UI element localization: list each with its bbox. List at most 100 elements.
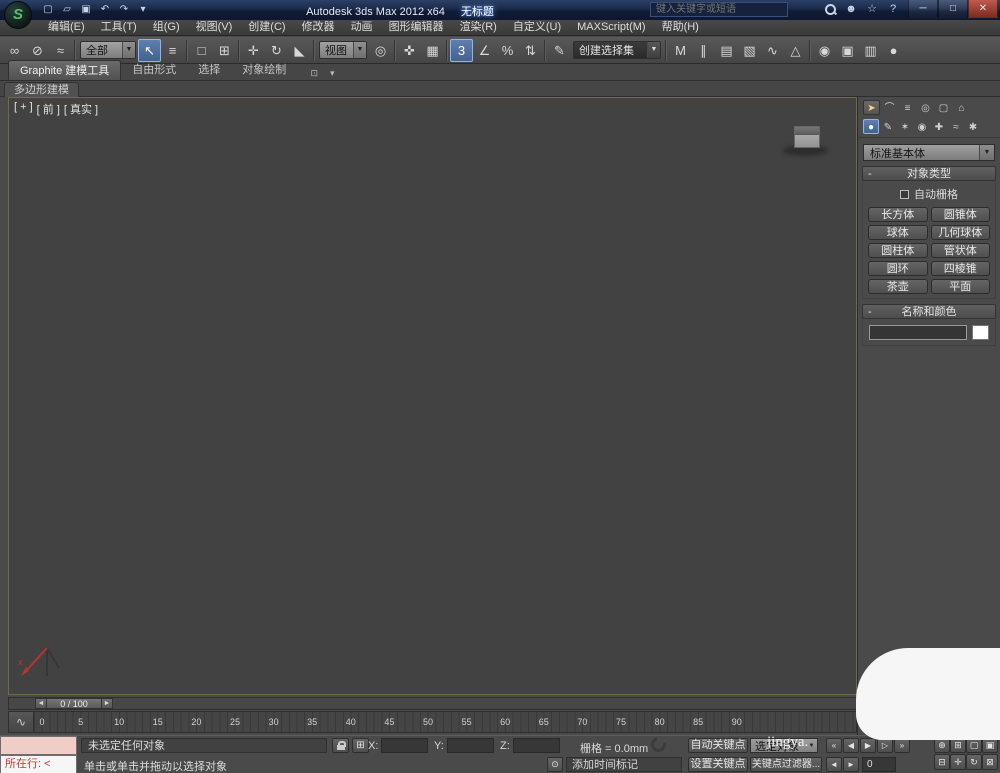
time-slider-knob[interactable]: ◄ 0 / 100 ► — [35, 698, 113, 709]
tab-create[interactable]: ➤ — [863, 100, 880, 115]
select-by-name-button[interactable]: ≡ — [161, 39, 184, 62]
window-crossing-toggle[interactable]: ⊞ — [213, 39, 236, 62]
select-and-manipulate-button[interactable]: ✜ — [398, 39, 421, 62]
save-file-icon[interactable]: ▣ — [78, 2, 94, 17]
object-button-teapot[interactable]: 茶壶 — [868, 279, 928, 294]
mini-curve-editor-button[interactable]: ∿ — [9, 712, 34, 732]
time-slider-track[interactable]: ◄ 0 / 100 ► — [8, 697, 857, 710]
curve-editor-button[interactable]: ∿ — [761, 39, 784, 62]
category-helpers-icon[interactable]: ✚ — [931, 119, 947, 134]
category-systems-icon[interactable]: ✱ — [965, 119, 981, 134]
angle-snap-toggle[interactable]: ∠ — [473, 39, 496, 62]
previous-frame-button[interactable]: ◀ — [843, 738, 859, 753]
menu-create[interactable]: 创建(C) — [240, 20, 293, 35]
rectangular-selection-region-button[interactable]: □ — [190, 39, 213, 62]
minimize-button[interactable]: ─ — [908, 0, 938, 18]
track-bar-ruler[interactable]: 0 5 10 15 20 25 30 35 40 45 50 55 60 65 70 75 80 85 90 — [34, 712, 856, 732]
name-color-rollout-header[interactable]: - 名称和颜色 — [862, 304, 996, 319]
menu-help[interactable]: 帮助(H) — [654, 20, 707, 35]
category-geometry-icon[interactable]: ● — [863, 119, 879, 134]
select-object-button[interactable]: ↖ — [138, 38, 161, 62]
time-slider-next-icon[interactable]: ► — [101, 698, 113, 709]
layer-manager-button[interactable]: ▤ — [715, 39, 738, 62]
redo-icon[interactable]: ↷ — [116, 2, 132, 17]
pan-button[interactable]: ✛ — [950, 754, 966, 770]
go-to-end-button[interactable]: » — [894, 738, 910, 753]
help-icon[interactable]: ? — [886, 2, 900, 17]
selection-lock-toggle[interactable] — [332, 738, 349, 753]
selection-filter-dropdown[interactable]: 全部 ▼ — [80, 41, 136, 59]
object-button-torus[interactable]: 圆环 — [868, 261, 928, 276]
snaps-toggle-3d[interactable]: 3 — [450, 38, 473, 62]
percent-snap-toggle[interactable]: % — [496, 39, 519, 62]
maximize-viewport-button[interactable]: ⊠ — [982, 754, 998, 770]
category-cameras-icon[interactable]: ◉ — [914, 119, 930, 134]
time-slider-prev-icon[interactable]: ◄ — [35, 698, 47, 709]
autogrid-checkbox[interactable] — [900, 190, 909, 199]
unlink-selection-button[interactable]: ⊘ — [26, 39, 49, 62]
favorites-icon[interactable]: ☆ — [865, 2, 879, 17]
object-button-plane[interactable]: 平面 — [930, 279, 990, 294]
zoom-region-button[interactable]: ⊟ — [934, 754, 950, 770]
ribbon-config-icon[interactable]: ⊡ — [307, 66, 321, 80]
ribbon-panel-polygon-modeling[interactable]: 多边形建模 — [4, 82, 79, 97]
qat-dropdown-icon[interactable]: ▾ — [135, 2, 151, 17]
menu-edit[interactable]: 编辑(E) — [40, 20, 93, 35]
viewcube[interactable] — [794, 126, 820, 148]
tab-motion[interactable]: ◎ — [917, 100, 934, 115]
primitive-category-dropdown[interactable]: 标准基本体 ▼ — [863, 144, 995, 161]
select-and-rotate-button[interactable]: ↻ — [265, 39, 288, 62]
tab-modify[interactable]: ⌒ — [881, 100, 898, 115]
menu-group[interactable]: 组(G) — [145, 20, 188, 35]
object-type-rollout-header[interactable]: - 对象类型 — [862, 166, 996, 181]
render-production-button[interactable]: ● — [882, 39, 905, 62]
play-button[interactable]: ▶ — [860, 738, 876, 753]
object-color-swatch[interactable] — [972, 325, 989, 340]
keyboard-shortcut-override-toggle[interactable]: ▦ — [421, 39, 444, 62]
tab-display[interactable]: ▢ — [935, 100, 952, 115]
search-icon[interactable] — [824, 3, 837, 16]
ribbon-tab-graphite[interactable]: Graphite 建模工具 — [8, 60, 122, 80]
object-button-pyramid[interactable]: 四棱锥 — [930, 261, 990, 276]
undo-icon[interactable]: ↶ — [97, 2, 113, 17]
material-editor-button[interactable]: ◉ — [813, 39, 836, 62]
maximize-button[interactable]: □ — [938, 0, 968, 18]
render-setup-button[interactable]: ▣ — [836, 39, 859, 62]
reference-coordinate-dropdown[interactable]: 视图 ▼ — [319, 41, 367, 59]
category-shapes-icon[interactable]: ✎ — [880, 119, 896, 134]
orbit-button[interactable]: ↻ — [966, 754, 982, 770]
close-button[interactable]: ✕ — [968, 0, 998, 18]
new-scene-icon[interactable]: ▢ — [40, 2, 56, 17]
x-coordinate-input[interactable] — [381, 738, 428, 753]
auto-key-button[interactable]: 自动关键点 — [688, 738, 748, 753]
object-name-input[interactable] — [869, 325, 967, 340]
tab-hierarchy[interactable]: ≡ — [899, 100, 916, 115]
previous-key-button[interactable]: ◄ — [826, 757, 842, 772]
application-menu-button[interactable]: S — [4, 1, 32, 29]
object-button-cylinder[interactable]: 圆柱体 — [868, 243, 928, 258]
menu-rendering[interactable]: 渲染(R) — [452, 20, 505, 35]
ribbon-tab-selection[interactable]: 选择 — [187, 60, 231, 80]
ribbon-tab-object-paint[interactable]: 对象绘制 — [231, 60, 297, 80]
rendered-frame-window-button[interactable]: ▥ — [859, 39, 882, 62]
current-frame-field[interactable]: 0 — [862, 757, 896, 772]
viewport-menu-shading[interactable]: [ 真实 ] — [64, 101, 98, 117]
z-coordinate-input[interactable] — [513, 738, 560, 753]
object-button-geosphere[interactable]: 几何球体 — [930, 225, 990, 240]
use-pivot-point-center-button[interactable]: ◎ — [369, 39, 392, 62]
tab-utilities[interactable]: ⌂ — [953, 100, 970, 115]
add-time-tag-field[interactable]: 添加时间标记 — [566, 757, 682, 772]
viewport-menu-general[interactable]: [ + ] — [14, 101, 33, 117]
viewport-menu-view[interactable]: [ 前 ] — [37, 101, 60, 117]
macro-recorder-field[interactable] — [0, 736, 77, 755]
object-button-box[interactable]: 长方体 — [868, 207, 928, 222]
maxscript-listener-field[interactable]: 所在行: < — [0, 755, 77, 773]
object-button-sphere[interactable]: 球体 — [868, 225, 928, 240]
spinner-snap-toggle[interactable]: ⇅ — [519, 39, 542, 62]
align-button[interactable]: ∥ — [692, 39, 715, 62]
schematic-view-button[interactable]: △ — [784, 39, 807, 62]
category-lights-icon[interactable]: ✶ — [897, 119, 913, 134]
search-input[interactable] — [650, 2, 788, 17]
select-and-scale-button[interactable]: ◣ — [288, 39, 311, 62]
menu-customize[interactable]: 自定义(U) — [505, 20, 569, 35]
